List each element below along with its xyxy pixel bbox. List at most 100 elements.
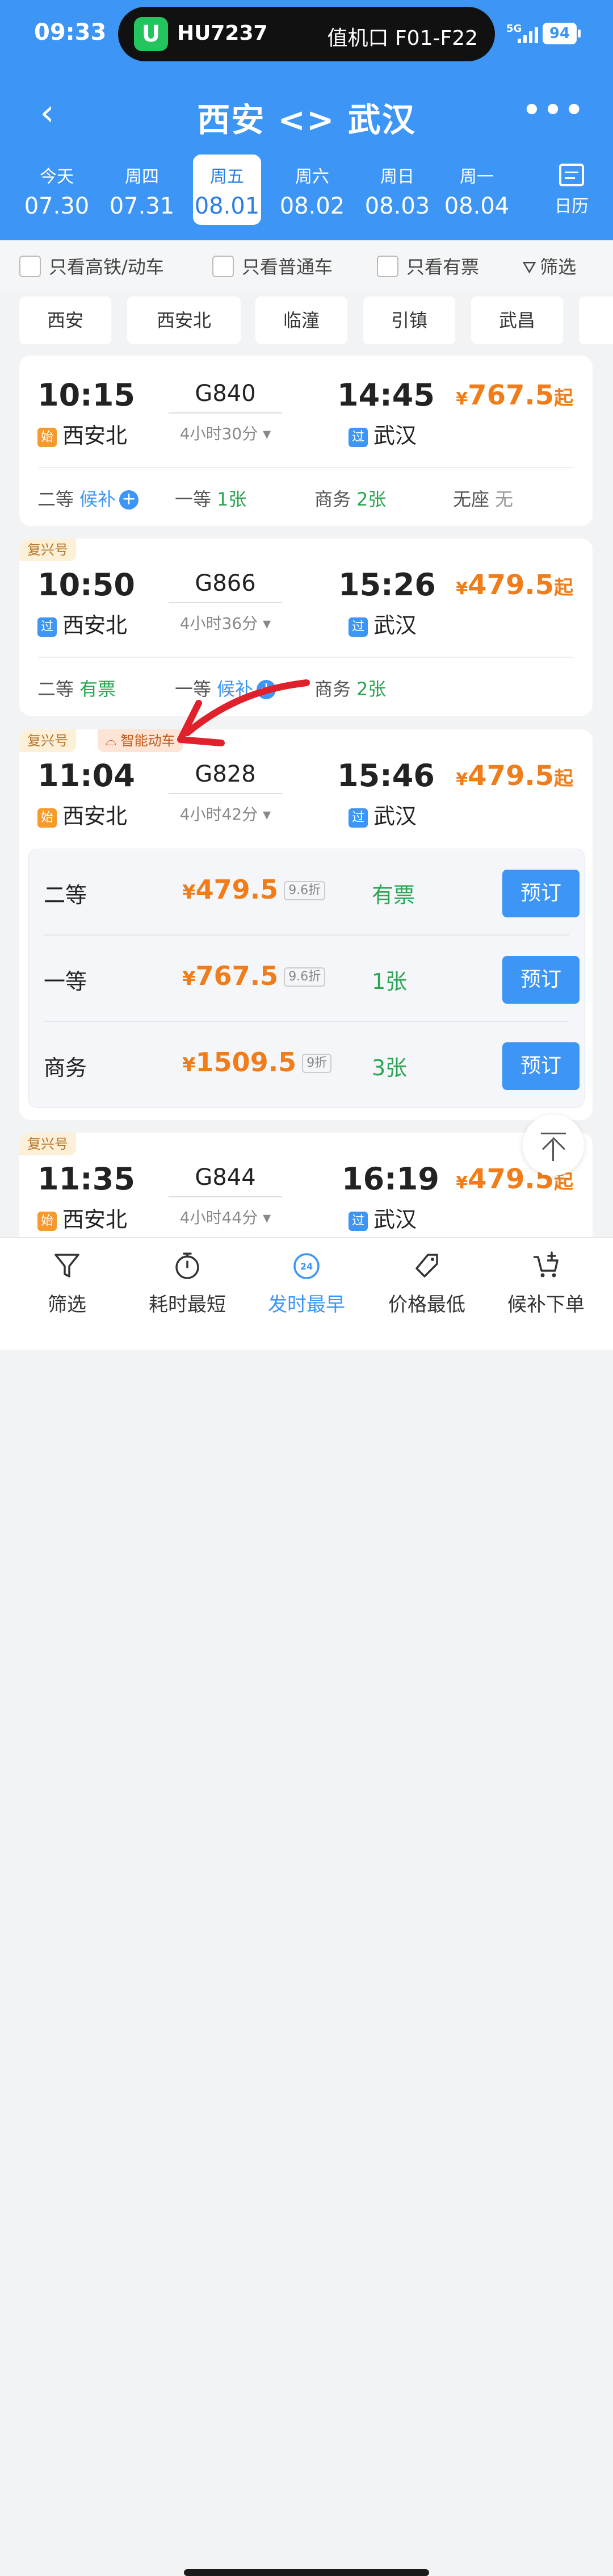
- airline-logo-icon: U: [134, 17, 168, 51]
- filter-regular[interactable]: 只看普通车: [212, 253, 333, 279]
- departure-station: 过西安北: [37, 608, 127, 639]
- plus-circle-icon: +: [257, 680, 276, 699]
- duration[interactable]: 4小时30分 ▾: [169, 421, 282, 444]
- duration[interactable]: 4小时44分 ▾: [169, 1205, 282, 1228]
- departure-station: 始西安北: [37, 1202, 127, 1233]
- discount-badge: 9.6折: [284, 967, 326, 987]
- arrival-station: 过武汉: [349, 418, 417, 449]
- price-tag-icon: [415, 1254, 438, 1277]
- train-icon: ⌓: [106, 733, 116, 749]
- seat-row-first: 一等 ¥767.5 9.6折 1张 预订: [29, 936, 584, 1021]
- lowest-price: ¥767.5起: [456, 379, 573, 411]
- filter-button[interactable]: ⛛ 筛选: [522, 253, 576, 279]
- station-chip-overflow[interactable]: [579, 297, 613, 344]
- seat-first-class[interactable]: 一等 1张: [175, 485, 246, 511]
- seat-second-class[interactable]: 二等 有票: [37, 675, 116, 701]
- seat-detail-panel: 二等 ¥479.5 9.6折 有票 预订 一等 ¥767.5 9.6折 1张 预订 …: [28, 849, 585, 1108]
- calendar-button[interactable]: 日历: [530, 155, 613, 228]
- train-card-g828-expanded[interactable]: 复兴号 ⌓ 智能动车 11:04 G828 4小时42分 ▾ 15:46 ¥47…: [19, 729, 593, 1120]
- arrival-station: 过武汉: [349, 799, 417, 830]
- book-button[interactable]: 预订: [502, 956, 580, 1004]
- discount-badge: 9.6折: [284, 881, 326, 900]
- filter-icon: ⛛: [522, 258, 537, 278]
- departure-station: 始西安北: [37, 799, 127, 830]
- seat-price: ¥767.5 9.6折: [182, 961, 326, 991]
- date-tab-4[interactable]: 周日 08.03: [363, 155, 431, 225]
- date-tab-1[interactable]: 周四 07.31: [108, 155, 176, 225]
- lowest-price: ¥479.5起: [456, 569, 573, 601]
- tab-filter[interactable]: 筛选: [6, 1250, 128, 1317]
- fuxing-tag: 复兴号: [19, 538, 76, 561]
- duration[interactable]: 4小时42分 ▾: [169, 802, 282, 825]
- tab-earliest[interactable]: 24 发时最早: [245, 1250, 368, 1317]
- checkbox-icon: [19, 256, 41, 277]
- route-title[interactable]: 西安 <> 武汉: [0, 93, 613, 141]
- departure-time: 11:04: [37, 758, 135, 794]
- arrival-time: 15:26: [338, 567, 436, 603]
- seat-second-class[interactable]: 二等 候补 +: [37, 485, 139, 511]
- seat-availability: 有票: [372, 883, 415, 908]
- train-card-g840[interactable]: 10:15 G840 4小时30分 ▾ 14:45 ¥767.5起 始西安北 过…: [19, 356, 593, 526]
- arrival-time: 16:19: [342, 1161, 439, 1197]
- station-chip[interactable]: 西安北: [127, 297, 241, 344]
- checkbox-icon: [377, 256, 398, 277]
- home-indicator: [184, 2569, 429, 2576]
- date-strip: 今天 07.30 周四 07.31 周五 08.01 周六 08.02 周日 08.03 …: [0, 155, 522, 228]
- tab-lowest-price[interactable]: 价格最低: [366, 1250, 488, 1317]
- train-card-g844[interactable]: 复兴号 11:35 G844 4小时44分 ▾ 16:19 ¥479.5起 始西…: [19, 1133, 593, 1246]
- arrival-station: 过武汉: [349, 1202, 417, 1233]
- station-chip[interactable]: 武昌: [471, 297, 563, 344]
- departure-time: 11:35: [37, 1161, 135, 1197]
- checkin-gate: 值机口 F01-F22: [327, 27, 478, 50]
- seat-row-second: 二等 ¥479.5 9.6折 有票 预订: [29, 849, 584, 934]
- seat-row-business: 商务 ¥1509.5 9折 3张 预订: [29, 1022, 584, 1107]
- duration[interactable]: 4小时36分 ▾: [169, 611, 282, 634]
- seat-business[interactable]: 商务 2张: [314, 485, 386, 511]
- date-tab-3[interactable]: 周六 08.02: [278, 155, 346, 225]
- discount-badge: 9折: [302, 1054, 332, 1073]
- seat-no-seat[interactable]: 无座无: [453, 485, 513, 511]
- scroll-to-top-button[interactable]: [523, 1114, 584, 1176]
- cart-plus-icon: [534, 1251, 559, 1277]
- bottom-tab-bar: 筛选 耗时最短 24 发时最早 价格最低 候补下单: [0, 1237, 613, 2576]
- fuxing-tag: 复兴号: [19, 1133, 76, 1155]
- clock-24-icon: 24: [293, 1253, 320, 1279]
- station-chip[interactable]: 引镇: [363, 297, 455, 344]
- dynamic-island-flight-activity[interactable]: U HU7237 值机口 F01-F22: [118, 7, 495, 61]
- arrival-station: 过武汉: [349, 608, 417, 639]
- more-icon[interactable]: •••: [522, 95, 586, 125]
- lowest-price: ¥479.5起: [456, 760, 573, 792]
- status-bar: 09:33 U HU7237 值机口 F01-F22 5G 94: [0, 0, 613, 68]
- train-code: G828: [195, 761, 256, 787]
- filter-available[interactable]: 只看有票: [377, 253, 479, 279]
- train-card-g866[interactable]: 复兴号 10:50 G866 4小时36分 ▾ 15:26 ¥479.5起 过西…: [19, 538, 593, 716]
- plus-circle-icon: +: [119, 490, 139, 510]
- filter-icon: [54, 1254, 79, 1277]
- seat-availability: 3张: [372, 1055, 408, 1080]
- date-tab-5[interactable]: 周一 08.04: [443, 155, 511, 225]
- date-tab-selected[interactable]: 周五 08.01: [193, 155, 261, 225]
- station-chip[interactable]: 临潼: [255, 297, 347, 344]
- seat-price: ¥1509.5 9折: [182, 1047, 332, 1078]
- smart-train-tag: ⌓ 智能动车: [98, 729, 183, 752]
- seat-first-class[interactable]: 一等 候补 +: [175, 675, 276, 701]
- train-code: G844: [195, 1164, 256, 1191]
- arrow-up-icon: [541, 1133, 566, 1134]
- tab-waitlist[interactable]: 候补下单: [485, 1250, 607, 1317]
- filter-high-speed[interactable]: 只看高铁/动车: [19, 253, 164, 279]
- nav-bar: ‹ 西安 <> 武汉 •••: [0, 85, 613, 142]
- arrival-time: 14:45: [337, 377, 435, 413]
- date-tab-0[interactable]: 今天 07.30: [23, 155, 91, 225]
- station-chip[interactable]: 西安: [19, 297, 111, 344]
- book-button[interactable]: 预订: [502, 870, 580, 917]
- seat-availability: 1张: [372, 969, 408, 994]
- checkbox-icon: [212, 256, 234, 277]
- departure-time: 10:50: [37, 567, 135, 603]
- arrival-time: 15:46: [337, 758, 435, 794]
- book-button[interactable]: 预订: [502, 1042, 580, 1090]
- battery-level: 94: [543, 23, 577, 44]
- tab-shortest[interactable]: 耗时最短: [126, 1250, 249, 1317]
- seat-business[interactable]: 商务 2张: [314, 675, 386, 701]
- quick-filters: 只看高铁/动车 只看普通车 只看有票 ⛛ 筛选: [0, 240, 613, 291]
- signal-icon: [518, 26, 538, 43]
